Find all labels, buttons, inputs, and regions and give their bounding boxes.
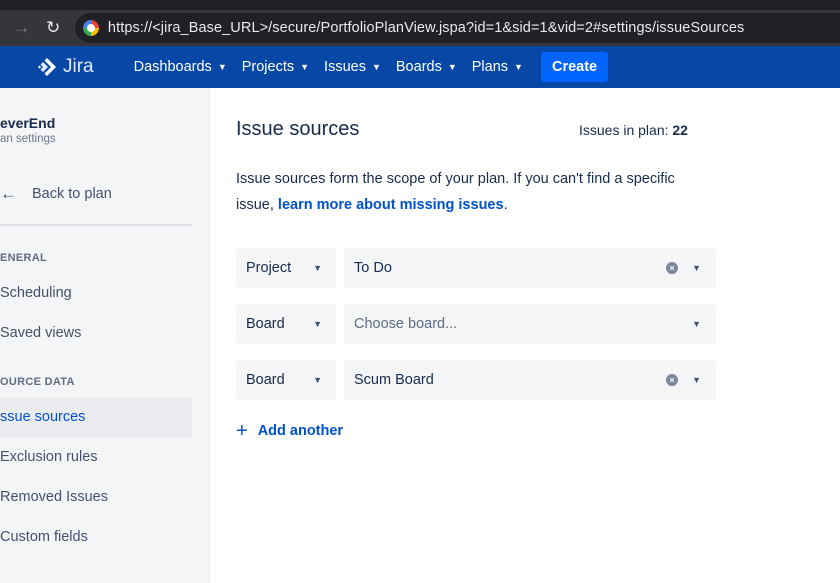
chevron-down-icon: ▼ (313, 263, 322, 273)
description: Issue sources form the scope of your pla… (236, 166, 716, 218)
sidebar-item-saved-views[interactable]: Saved views (0, 313, 192, 353)
chevron-down-icon: ▼ (692, 263, 701, 273)
nav-boards-label: Boards (395, 59, 442, 75)
issues-count-value: 22 (672, 122, 688, 138)
chevron-down-icon: ▼ (300, 62, 310, 72)
chevron-down-icon: ▼ (447, 62, 457, 72)
reload-icon[interactable]: ↻ (39, 14, 66, 42)
source-type-value: Board (246, 316, 285, 332)
sidebar-divider (0, 224, 192, 226)
source-type-select[interactable]: Board ▼ (236, 304, 336, 344)
jira-logo-text: Jira (63, 56, 94, 77)
issues-count-label: Issues in plan: (579, 122, 669, 138)
google-icon (82, 20, 99, 36)
chevron-down-icon: ▼ (514, 62, 523, 72)
chevron-down-icon: ▼ (313, 375, 322, 385)
section-heading-general: ENERAL (0, 252, 48, 264)
chevron-down-icon: ▼ (692, 319, 701, 329)
issues-in-plan-count: Issues in plan: 22 (579, 122, 688, 138)
source-type-value: Project (246, 260, 292, 276)
source-value-select[interactable]: To Do × ▼ (344, 248, 716, 288)
nav-plans-label: Plans (471, 59, 509, 75)
nav-dashboards-label: Dashboards (133, 59, 212, 75)
sidebar-item-issue-sources[interactable]: ssue sources (0, 397, 192, 437)
clear-icon[interactable]: × (666, 374, 678, 386)
chevron-down-icon: ▼ (313, 319, 322, 329)
sidebar-item-custom-fields[interactable]: Custom fields (0, 517, 192, 557)
chevron-down-icon: ▼ (692, 375, 701, 385)
page-title: Issue sources (236, 118, 360, 140)
arrow-left-icon: ← (0, 184, 17, 203)
create-button[interactable]: Create (540, 52, 609, 82)
nav-boards[interactable]: Boards ▼ (396, 59, 457, 75)
jira-top-nav: Jira Dashboards ▼ Projects ▼ Issues ▼ Board… (0, 46, 840, 88)
add-another-label: Add another (257, 423, 344, 439)
browser-toolbar: → ↻ https://<jira_Base_URL>/secure/Portf… (0, 10, 840, 46)
plan-settings-sidebar: everEnd an settings ← Back to plan ENERA… (0, 88, 210, 583)
sidebar-item-label: Removed Issues (0, 489, 108, 505)
section-heading-source-data: OURCE DATA (0, 376, 75, 388)
chevron-down-icon: ▼ (217, 62, 227, 72)
plan-subtitle: an settings (0, 133, 56, 145)
source-type-select[interactable]: Board ▼ (236, 360, 336, 400)
nav-plans[interactable]: Plans ▼ (472, 59, 523, 75)
nav-projects[interactable]: Projects ▼ (242, 59, 309, 75)
issue-sources-panel: Issue sources Issues in plan: 22 Issue s… (236, 88, 840, 583)
chevron-down-icon: ▼ (371, 62, 381, 72)
add-another-button[interactable]: + Add another (236, 420, 344, 442)
nav-menu: Dashboards ▼ Projects ▼ Issues ▼ Boards ▼ Pl… (134, 59, 538, 75)
missing-issues-link[interactable]: learn more about missing issues (278, 197, 504, 213)
source-value-placeholder: Choose board... (354, 316, 458, 332)
clear-icon[interactable]: × (666, 262, 678, 274)
source-type-select[interactable]: Project ▼ (236, 248, 336, 288)
sidebar-item-scheduling[interactable]: Scheduling (0, 273, 192, 313)
source-type-value: Board (246, 372, 285, 388)
sidebar-item-exclusion-rules[interactable]: Exclusion rules (0, 437, 192, 477)
sidebar-item-label: Scheduling (0, 285, 72, 301)
back-to-plan-label: Back to plan (32, 186, 112, 202)
description-end: . (503, 197, 508, 213)
sidebar-item-removed-issues[interactable]: Removed Issues (0, 477, 192, 517)
nav-issues[interactable]: Issues ▼ (324, 59, 381, 75)
plan-name: everEnd (0, 115, 56, 131)
jira-logo-icon (38, 58, 56, 76)
sidebar-item-label: ssue sources (0, 409, 86, 425)
browser-tabstrip (0, 0, 840, 10)
nav-dashboards[interactable]: Dashboards ▼ (134, 59, 227, 75)
choose-board-select[interactable]: Choose board... ▼ (344, 304, 716, 344)
sidebar-item-label: Saved views (0, 325, 82, 341)
source-value-text: Scum Board (354, 372, 434, 388)
source-value-text: To Do (354, 260, 392, 276)
back-to-plan-link[interactable]: ← Back to plan (0, 184, 112, 204)
sidebar-item-label: Exclusion rules (0, 449, 98, 465)
address-bar[interactable]: https://<jira_Base_URL>/secure/Portfolio… (74, 13, 840, 43)
plus-icon: + (236, 420, 248, 442)
jira-logo[interactable]: Jira (37, 56, 94, 78)
nav-issues-label: Issues (324, 59, 366, 75)
source-value-select[interactable]: Scum Board × ▼ (344, 360, 716, 400)
forward-icon[interactable]: → (8, 14, 35, 42)
url-text[interactable]: https://<jira_Base_URL>/secure/Portfolio… (108, 20, 744, 36)
sidebar-item-label: Custom fields (0, 529, 88, 545)
nav-projects-label: Projects (241, 59, 295, 75)
